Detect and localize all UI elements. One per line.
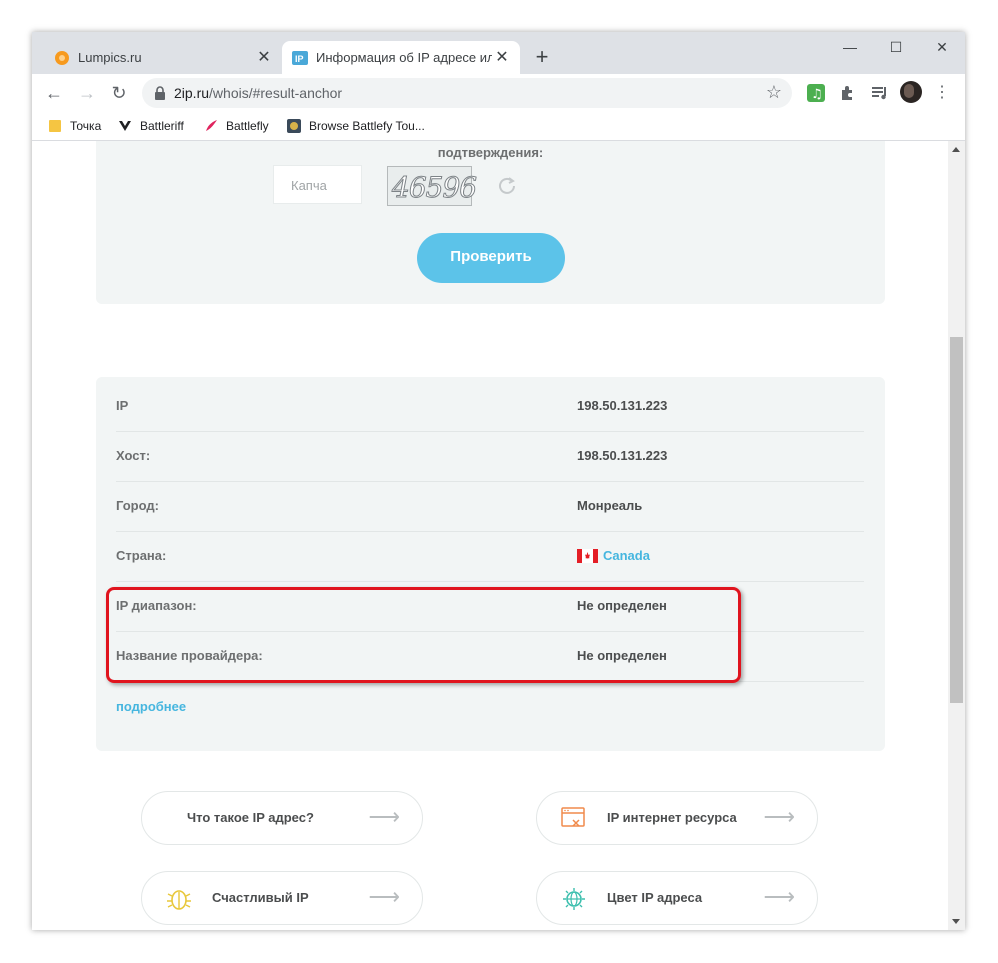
refresh-icon[interactable] xyxy=(497,175,517,195)
lock-icon xyxy=(155,86,165,100)
address-bar[interactable]: 2ip.ru/whois/#result-anchor ☆ xyxy=(142,78,792,108)
close-icon[interactable]: ✕ xyxy=(254,48,274,68)
info-row-host: Хост: 198.50.131.223 xyxy=(116,432,864,482)
bookmark-star-icon[interactable]: ☆ xyxy=(766,82,782,103)
info-key: IP xyxy=(116,398,129,413)
battlefy-logo-icon xyxy=(287,119,301,133)
card-ip-color[interactable]: Цвет IP адреса ⟶ xyxy=(536,871,818,925)
page-viewport: подтверждения: Капча 46596 Проверить IP … xyxy=(32,141,948,930)
canada-flag-icon xyxy=(577,548,598,563)
captcha-label: подтверждения: xyxy=(437,145,544,160)
arrow-right-icon: ⟶ xyxy=(763,804,795,829)
tab-lumpics[interactable]: Lumpics.ru ✕ xyxy=(42,41,282,74)
folder-icon xyxy=(49,120,61,132)
tab-title: Информация об IP адресе или д xyxy=(316,50,492,65)
vertical-scrollbar[interactable] xyxy=(948,141,965,930)
tab-title: Lumpics.ru xyxy=(78,50,142,65)
card-label: IP интернет ресурса xyxy=(607,810,737,825)
info-value: Монреаль xyxy=(577,498,643,513)
card-label: Счастливый IP xyxy=(212,890,309,905)
country-link[interactable]: Canada xyxy=(577,548,650,563)
close-icon[interactable]: ✕ xyxy=(492,48,512,68)
beetle-icon xyxy=(167,890,191,910)
battlefly-logo-icon xyxy=(206,120,217,131)
info-value: 198.50.131.223 xyxy=(577,398,668,413)
captcha-panel: подтверждения: Капча 46596 Проверить xyxy=(96,141,885,304)
card-lucky-ip[interactable]: Счастливый IP ⟶ xyxy=(141,871,423,925)
tab-2ip[interactable]: IP Информация об IP адресе или д ✕ xyxy=(282,41,520,74)
scroll-down-icon[interactable] xyxy=(952,919,960,924)
bookmark-battlefy[interactable]: Browse Battlefy Tou... xyxy=(287,117,425,135)
arrow-right-icon: ⟶ xyxy=(368,804,400,829)
captcha-image: 46596 xyxy=(387,166,478,206)
url-text: 2ip.ru/whois/#result-anchor xyxy=(174,85,343,101)
media-queue-icon[interactable] xyxy=(870,83,890,103)
minimize-button[interactable]: — xyxy=(827,36,873,60)
arrow-right-icon: ⟶ xyxy=(368,884,400,909)
maximize-button[interactable]: ☐ xyxy=(873,36,919,60)
menu-dots-icon[interactable]: ⋮ xyxy=(930,81,954,105)
info-row-country: Страна: Canada xyxy=(116,532,864,582)
card-label: Цвет IP адреса xyxy=(607,890,703,905)
info-key: Хост: xyxy=(116,448,151,463)
ip-info-panel: IP 198.50.131.223 Хост: 198.50.131.223 Г… xyxy=(96,377,885,751)
web-resource-icon xyxy=(561,807,585,827)
card-what-is-ip[interactable]: Что такое IP адрес? ⟶ xyxy=(141,791,423,845)
ip-favicon-icon: IP xyxy=(292,50,308,65)
svg-text:IP: IP xyxy=(295,54,304,64)
captcha-input[interactable]: Капча xyxy=(273,165,362,204)
card-ip-resource[interactable]: IP интернет ресурса ⟶ xyxy=(536,791,818,845)
scrollbar-thumb[interactable] xyxy=(950,337,963,703)
more-link[interactable]: подробнее xyxy=(116,699,186,714)
bookmarks-bar: Точка Battleriff Battlefly Browse Battle… xyxy=(32,112,965,141)
forward-arrow-icon[interactable]: → xyxy=(75,81,99,105)
info-key: Город: xyxy=(116,498,159,513)
new-tab-button[interactable]: + xyxy=(530,46,554,70)
tab-strip: Lumpics.ru ✕ IP Информация об IP адресе … xyxy=(32,32,965,74)
card-label: Что такое IP адрес? xyxy=(187,810,314,825)
toolbar: ← → ↻ 2ip.ru/whois/#result-anchor ☆ ♫ ⋮ xyxy=(32,74,965,112)
bookmark-battlefly[interactable]: Battlefly xyxy=(204,117,269,135)
info-value: 198.50.131.223 xyxy=(577,448,668,463)
bookmark-tochka[interactable]: Точка xyxy=(48,117,101,135)
color-globe-icon xyxy=(563,888,585,910)
close-window-button[interactable]: ✕ xyxy=(919,36,965,60)
info-key: Страна: xyxy=(116,548,167,563)
bookmark-battleriff[interactable]: Battleriff xyxy=(118,117,184,135)
puzzle-extensions-icon[interactable] xyxy=(838,83,858,103)
check-button[interactable]: Проверить xyxy=(417,233,565,283)
browser-window: Lumpics.ru ✕ IP Информация об IP адресе … xyxy=(32,32,965,930)
scroll-up-icon[interactable] xyxy=(952,147,960,152)
info-row-ip: IP 198.50.131.223 xyxy=(116,382,864,432)
highlight-frame xyxy=(106,587,741,683)
battleriff-logo-icon xyxy=(119,121,131,131)
avatar[interactable] xyxy=(900,81,922,103)
back-arrow-icon[interactable]: ← xyxy=(42,81,66,105)
arrow-right-icon: ⟶ xyxy=(763,884,795,909)
reload-icon[interactable]: ↻ xyxy=(107,81,131,105)
orange-circle-favicon-icon xyxy=(55,50,69,65)
info-row-city: Город: Монреаль xyxy=(116,482,864,532)
svg-text:♫: ♫ xyxy=(811,87,823,102)
music-extension-icon[interactable]: ♫ xyxy=(806,83,826,103)
